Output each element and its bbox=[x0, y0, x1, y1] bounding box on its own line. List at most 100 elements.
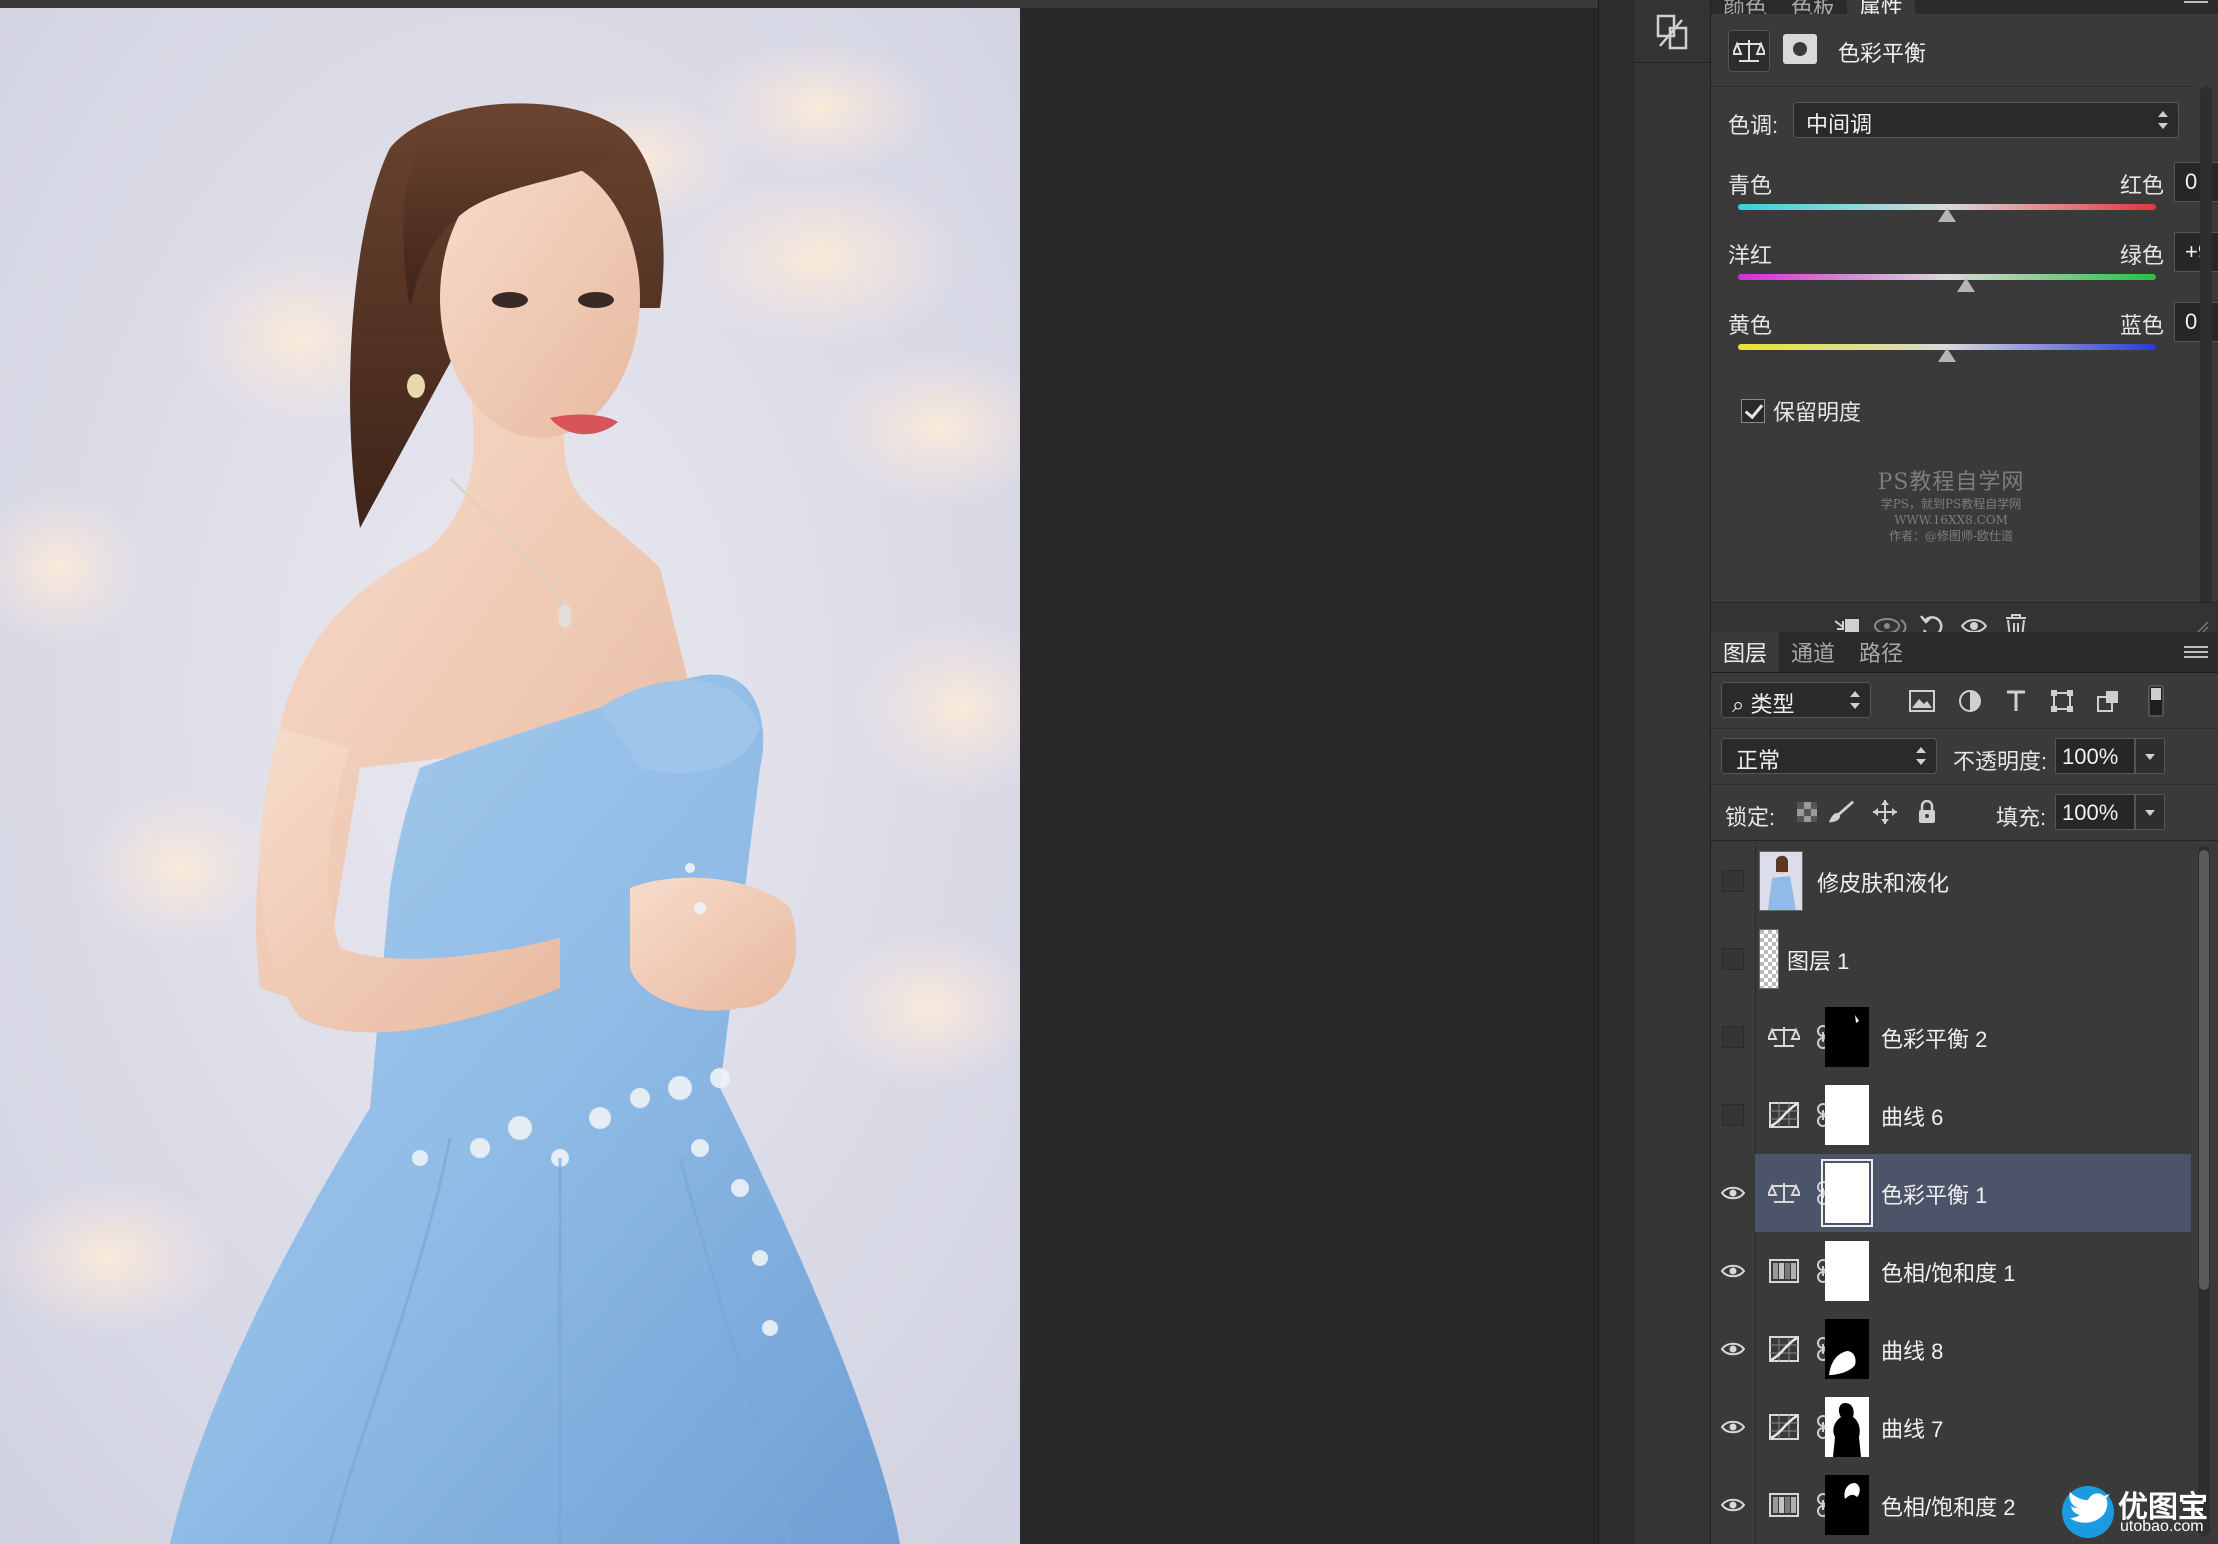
visibility-eye-icon bbox=[1721, 1342, 1745, 1356]
layer-visibility-toggle[interactable] bbox=[1711, 998, 1756, 1076]
panel-menu-icon[interactable] bbox=[2184, 643, 2208, 661]
layer-mask-thumbnail[interactable] bbox=[1825, 1085, 1869, 1145]
layer-visibility-toggle[interactable] bbox=[1711, 1466, 1756, 1544]
select-arrows-icon bbox=[2158, 111, 2168, 129]
slider-right-label: 蓝色 bbox=[2120, 313, 2165, 338]
curves-icon bbox=[1767, 1100, 1801, 1130]
layer-visibility-toggle[interactable] bbox=[1711, 1154, 1756, 1232]
visibility-empty-box bbox=[1722, 1104, 1744, 1126]
watermark-url: WWW.16XX8.COM bbox=[1894, 513, 2008, 527]
tab-layers[interactable]: 图层 bbox=[1711, 632, 1780, 672]
layer-visibility-toggle[interactable] bbox=[1711, 1232, 1756, 1310]
blend-mode-select[interactable]: 正常 bbox=[1721, 738, 1937, 774]
preserve-luminosity-label: 保留明度 bbox=[1773, 400, 1862, 425]
properties-scrollbar[interactable] bbox=[2200, 86, 2212, 606]
layer-mask-thumbnail[interactable] bbox=[1825, 1241, 1869, 1301]
tab-swatches[interactable]: 色板 bbox=[1779, 0, 1847, 14]
curves-icon bbox=[1767, 1412, 1801, 1442]
layer-mask-thumbnail[interactable] bbox=[1825, 1397, 1869, 1457]
layer-mask-thumbnail[interactable] bbox=[1821, 1159, 1873, 1227]
layer-row[interactable]: 图层 1 bbox=[1711, 920, 2191, 999]
document-canvas[interactable] bbox=[0, 0, 1598, 1544]
bird-logo-icon bbox=[2062, 1486, 2114, 1538]
slider-row: 黄色 蓝色 0 bbox=[1728, 302, 2218, 368]
tab-paths[interactable]: 路径 bbox=[1847, 632, 1915, 672]
clone-source-icon[interactable] bbox=[1648, 8, 1696, 56]
slider-thumb[interactable] bbox=[1956, 278, 1975, 292]
layer-row[interactable]: 曲线 6 bbox=[1711, 1076, 2191, 1155]
filter-pixel-icon[interactable] bbox=[1907, 686, 1937, 716]
layer-row[interactable]: 色相/饱和度 1 bbox=[1711, 1232, 2191, 1311]
slider-left-label: 洋红 bbox=[1728, 243, 1773, 268]
fill-dropdown-button[interactable] bbox=[2135, 794, 2165, 830]
layer-mask-thumbnail[interactable] bbox=[1825, 1007, 1869, 1067]
layer-main-area[interactable]: 曲线 6 bbox=[1755, 1076, 2191, 1154]
slider-thumb[interactable] bbox=[1938, 208, 1956, 222]
layer-main-area[interactable]: 曲线 8 bbox=[1755, 1310, 2191, 1388]
layer-main-area[interactable]: 色彩平衡 2 bbox=[1755, 998, 2191, 1076]
slider-thumb[interactable] bbox=[1938, 348, 1956, 362]
layer-name: 修皮肤和液化 bbox=[1817, 871, 1950, 896]
layer-row[interactable]: 曲线 7 bbox=[1711, 1388, 2191, 1467]
slider-left-label: 青色 bbox=[1728, 173, 1773, 198]
color-balance-icon[interactable] bbox=[1728, 30, 1770, 72]
layer-filter-value: 类型 bbox=[1750, 692, 1795, 717]
layer-row[interactable]: 曲线 8 bbox=[1711, 1310, 2191, 1389]
lock-position-icon[interactable] bbox=[1871, 798, 1899, 826]
lock-transparent-pixels-icon[interactable] bbox=[1793, 798, 1821, 826]
collapsed-panel-strip bbox=[1634, 0, 1711, 1544]
layer-row[interactable]: 修皮肤和液化 bbox=[1711, 842, 2191, 921]
right-panel-column: 颜色 色板 属性 色彩平衡 色调: 中间调 青色 红色 0 洋红 绿色 +9 黄色 蓝色 0 保… bbox=[1711, 0, 2218, 1544]
filter-adjustment-icon[interactable] bbox=[1955, 686, 1985, 716]
layers-tab-bar: 图层 通道 路径 bbox=[1711, 632, 2218, 673]
site-logo: 优图宝 utobao.com bbox=[2060, 1480, 2218, 1544]
layer-main-area[interactable]: 色彩平衡 1 bbox=[1755, 1154, 2191, 1232]
tone-label: 色调: bbox=[1728, 113, 1779, 138]
opacity-dropdown-button[interactable] bbox=[2135, 738, 2165, 774]
layer-row[interactable]: 色彩平衡 2 bbox=[1711, 998, 2191, 1077]
layer-visibility-toggle[interactable] bbox=[1711, 1388, 1756, 1466]
layer-main-area[interactable]: 曲线 7 bbox=[1755, 1388, 2191, 1466]
layer-main-area[interactable]: 修皮肤和液化 bbox=[1755, 842, 2191, 920]
layer-mask-thumbnail[interactable] bbox=[1825, 1319, 1869, 1379]
filter-type-icon[interactable] bbox=[2001, 686, 2031, 716]
layer-main-area[interactable]: 色相/饱和度 1 bbox=[1755, 1232, 2191, 1310]
panel-menu-icon[interactable] bbox=[2184, 0, 2208, 14]
panel-dock-gutter bbox=[1598, 0, 1636, 1544]
layers-scrollbar[interactable] bbox=[2198, 846, 2210, 1536]
tone-select[interactable]: 中间调 bbox=[1793, 102, 2179, 138]
layer-visibility-toggle[interactable] bbox=[1711, 1310, 1756, 1388]
layer-visibility-toggle[interactable] bbox=[1711, 842, 1756, 920]
filter-toggle-switch[interactable] bbox=[2141, 685, 2171, 717]
layers-scrollbar-thumb[interactable] bbox=[2199, 850, 2209, 1290]
layer-main-area[interactable]: 图层 1 bbox=[1755, 920, 2191, 998]
slider-row: 洋红 绿色 +9 bbox=[1728, 232, 2218, 298]
preserve-luminosity-row[interactable]: 保留明度 bbox=[1741, 394, 1861, 428]
lock-all-icon[interactable] bbox=[1913, 798, 1941, 826]
layer-visibility-toggle[interactable] bbox=[1711, 920, 1756, 998]
opacity-input[interactable]: 100% bbox=[2055, 738, 2135, 774]
slider-track[interactable] bbox=[1738, 274, 2156, 280]
layer-filter-select[interactable]: ⌕ 类型 bbox=[1721, 682, 1871, 718]
lock-image-pixels-icon[interactable] bbox=[1827, 798, 1855, 826]
layer-visibility-toggle[interactable] bbox=[1711, 1076, 1756, 1154]
tab-color[interactable]: 颜色 bbox=[1711, 0, 1779, 14]
fill-input[interactable]: 100% bbox=[2055, 794, 2135, 830]
canvas-top-edge bbox=[0, 0, 1598, 8]
layer-row[interactable]: 色彩平衡 1 bbox=[1711, 1154, 2191, 1233]
portrait-photo[interactable] bbox=[0, 8, 1020, 1544]
blend-mode-value: 正常 bbox=[1736, 748, 1781, 773]
filter-smart-object-icon[interactable] bbox=[2093, 686, 2123, 716]
hue-sat-icon bbox=[1767, 1256, 1801, 1286]
filter-shape-icon[interactable] bbox=[2047, 686, 2077, 716]
layer-name: 曲线 6 bbox=[1881, 1105, 1944, 1130]
tab-properties[interactable]: 属性 bbox=[1847, 0, 1916, 14]
layer-mask-thumbnail[interactable] bbox=[1825, 1475, 1869, 1535]
fill-label: 填充: bbox=[1996, 805, 2047, 830]
layer-mask-icon[interactable] bbox=[1783, 34, 1817, 64]
tab-channels[interactable]: 通道 bbox=[1779, 632, 1847, 672]
adjustment-title: 色彩平衡 bbox=[1838, 41, 1927, 66]
preserve-luminosity-checkbox[interactable] bbox=[1741, 399, 1765, 423]
slider-right-label: 绿色 bbox=[2120, 243, 2165, 268]
tone-select-value: 中间调 bbox=[1806, 112, 1873, 137]
